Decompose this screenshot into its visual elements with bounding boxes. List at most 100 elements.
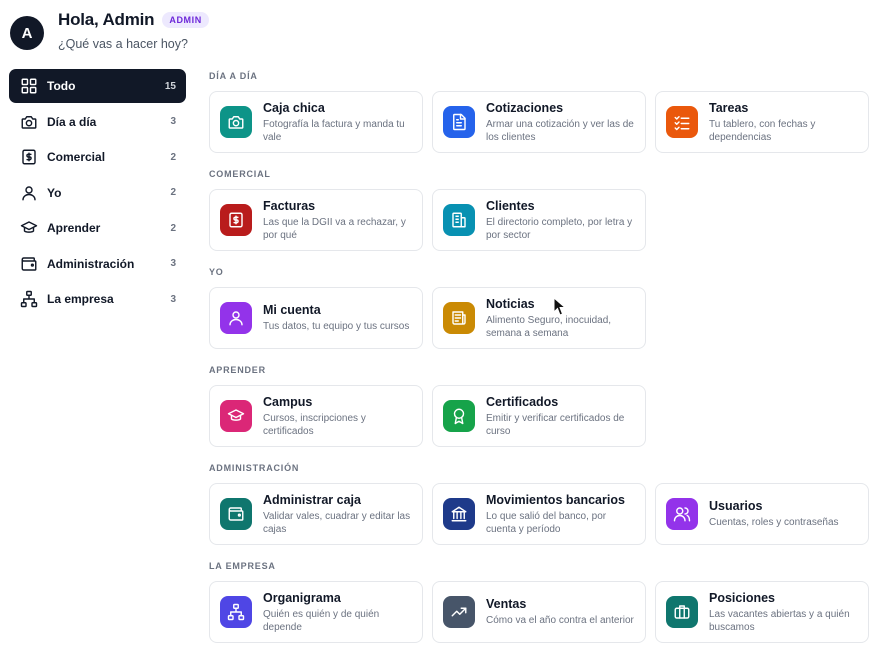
- card-usuarios[interactable]: Usuarios Cuentas, roles y contraseñas: [655, 483, 869, 545]
- card-title: Caja chica: [263, 100, 325, 115]
- sidebar-item-label: Día a día: [47, 114, 97, 129]
- checklist-icon: [666, 106, 698, 138]
- section-label-la-empresa: LA EMPRESA: [209, 561, 276, 571]
- card-noticias[interactable]: Noticias Alimento Seguro, inocuidad, sema…: [432, 287, 646, 349]
- sidebar-item-comercial[interactable]: Comercial 2: [9, 140, 186, 174]
- sidebar-item-count: 3: [170, 116, 176, 127]
- sidebar-item-label: Administración: [47, 256, 135, 271]
- role-badge: ADMIN: [162, 12, 209, 28]
- card-clientes[interactable]: Clientes El directorio completo, por letr…: [432, 189, 646, 251]
- sidebar-item-aprender[interactable]: Aprender 2: [9, 211, 186, 245]
- card-description: Emitir y verificar certificados de curso: [486, 412, 625, 437]
- card-cotizaciones[interactable]: Cotizaciones Armar una cotización y ver l…: [432, 91, 646, 153]
- card-description: Lo que salió del banco, por cuenta y per…: [486, 510, 607, 535]
- greeting-subtitle: ¿Qué vas a hacer hoy?: [58, 37, 188, 51]
- section-label-aprender: APRENDER: [209, 365, 266, 375]
- page-header: A Hola, Admin ADMIN ¿Qué vas a hacer hoy…: [10, 10, 209, 51]
- card-title: Campus: [263, 394, 313, 409]
- card-title: Organigrama: [263, 590, 341, 605]
- card-grid: Facturas Las que la DGII va a rechazar, y…: [209, 189, 874, 251]
- avatar[interactable]: A: [10, 16, 44, 50]
- card-title: Movimientos bancarios: [486, 492, 625, 507]
- sidebar-item-label: Aprender: [47, 221, 101, 235]
- card-description: Alimento Seguro, inocuidad, semana a sem…: [486, 314, 612, 339]
- card-title: Usuarios: [709, 499, 763, 513]
- section-label-administracion: ADMINISTRACIÓN: [209, 463, 300, 473]
- graduation-cap-icon: [220, 400, 252, 432]
- users-icon: [666, 498, 698, 530]
- card-title: Cotizaciones: [486, 100, 564, 115]
- card-grid: Campus Cursos, inscripciones y certificad…: [209, 385, 874, 447]
- section-label-yo: YO: [209, 267, 224, 277]
- card-title: Posiciones: [709, 590, 775, 605]
- card-grid: Administrar caja Validar vales, cuadrar y…: [209, 483, 874, 545]
- document-icon: [443, 106, 475, 138]
- card-title: Administrar caja: [263, 492, 361, 507]
- trend-up-icon: [443, 596, 475, 628]
- card-description: Validar vales, cuadrar y editar las caja…: [263, 510, 411, 535]
- card-mi-cuenta[interactable]: Mi cuenta Tus datos, tu equipo y tus curs…: [209, 287, 423, 349]
- card-title: Tareas: [709, 100, 749, 115]
- newspaper-icon: [443, 302, 475, 334]
- card-campus[interactable]: Campus Cursos, inscripciones y certificad…: [209, 385, 423, 447]
- card-administrar-caja[interactable]: Administrar caja Validar vales, cuadrar y…: [209, 483, 423, 545]
- card-grid: Caja chica Fotografía la factura y manda …: [209, 91, 874, 153]
- card-description: Cursos, inscripciones y certificados: [263, 412, 366, 437]
- card-title: Certificados: [486, 394, 559, 409]
- card-tareas[interactable]: Tareas Tu tablero, con fechas y dependenc…: [655, 91, 869, 153]
- org-chart-icon: [19, 289, 39, 309]
- sidebar-item-yo[interactable]: Yo 2: [9, 176, 186, 210]
- award-icon: [443, 400, 475, 432]
- sidebar-item-count: 2: [170, 187, 176, 198]
- sidebar-item-administracion[interactable]: Administración 3: [9, 247, 186, 281]
- sidebar-item-label: Yo: [47, 185, 62, 200]
- sidebar-item-label: Comercial: [47, 150, 106, 164]
- greeting-block: Hola, Admin ADMIN ¿Qué vas a hacer hoy?: [58, 10, 209, 51]
- card-ventas[interactable]: Ventas Cómo va el año contra el anterior: [432, 581, 646, 643]
- sidebar-item-la-empresa[interactable]: La empresa 3: [9, 282, 186, 316]
- wallet-icon: [220, 498, 252, 530]
- card-description: Quién es quién y de quién depende: [263, 608, 380, 633]
- card-description: Tu tablero, con fechas y dependencias: [709, 118, 816, 143]
- greeting-title: Hola, Admin: [58, 10, 155, 29]
- receipt-dollar-icon: [220, 204, 252, 236]
- sidebar-item-todo[interactable]: Todo 15: [9, 69, 186, 103]
- card-posiciones[interactable]: Posiciones Las vacantes abiertas y a quié…: [655, 581, 869, 643]
- mouse-cursor-icon: [553, 297, 567, 316]
- sidebar-item-count: 2: [170, 151, 176, 163]
- card-title: Mi cuenta: [263, 303, 321, 317]
- camera-icon: [19, 112, 39, 132]
- sidebar-item-count: 3: [170, 258, 176, 269]
- graduation-cap-icon: [19, 218, 39, 238]
- grid-icon: [19, 76, 39, 96]
- sidebar-item-dia-a-dia[interactable]: Día a día 3: [9, 105, 186, 139]
- sidebar-item-count: 3: [170, 293, 176, 305]
- sidebar-item-label: La empresa: [47, 292, 114, 306]
- main-content: DÍA A DÍA Caja chica Fotografía la factura…: [209, 66, 874, 654]
- sidebar-item-count: 15: [164, 80, 176, 92]
- user-icon: [19, 183, 39, 203]
- card-description: Armar una cotización y ver las de los cl…: [486, 118, 634, 143]
- card-description: Las vacantes abiertas y a quién buscamos: [709, 608, 850, 633]
- building-icon: [443, 204, 475, 236]
- user-icon: [220, 302, 252, 334]
- card-description: Cuentas, roles y contraseñas: [709, 517, 839, 528]
- card-description: Fotografía la factura y manda tu vale: [263, 118, 405, 143]
- briefcase-icon: [666, 596, 698, 628]
- card-description: Tus datos, tu equipo y tus cursos: [263, 321, 410, 332]
- card-certificados[interactable]: Certificados Emitir y verificar certifica…: [432, 385, 646, 447]
- card-description: Las que la DGII va a rechazar, y por qué: [263, 216, 406, 241]
- card-caja-chica[interactable]: Caja chica Fotografía la factura y manda …: [209, 91, 423, 153]
- card-organigrama[interactable]: Organigrama Quién es quién y de quién dep…: [209, 581, 423, 643]
- receipt-dollar-icon: [19, 147, 39, 167]
- card-description: Cómo va el año contra el anterior: [486, 615, 634, 626]
- card-movimientos-bancarios[interactable]: Movimientos bancarios Lo que salió del ba…: [432, 483, 646, 545]
- bank-icon: [443, 498, 475, 530]
- camera-icon: [220, 106, 252, 138]
- sidebar-item-count: 2: [170, 222, 176, 234]
- card-facturas[interactable]: Facturas Las que la DGII va a rechazar, y…: [209, 189, 423, 251]
- card-title: Clientes: [486, 198, 535, 213]
- sidebar-item-label: Todo: [47, 79, 76, 93]
- card-grid: Organigrama Quién es quién y de quién dep…: [209, 581, 874, 643]
- org-chart-icon: [220, 596, 252, 628]
